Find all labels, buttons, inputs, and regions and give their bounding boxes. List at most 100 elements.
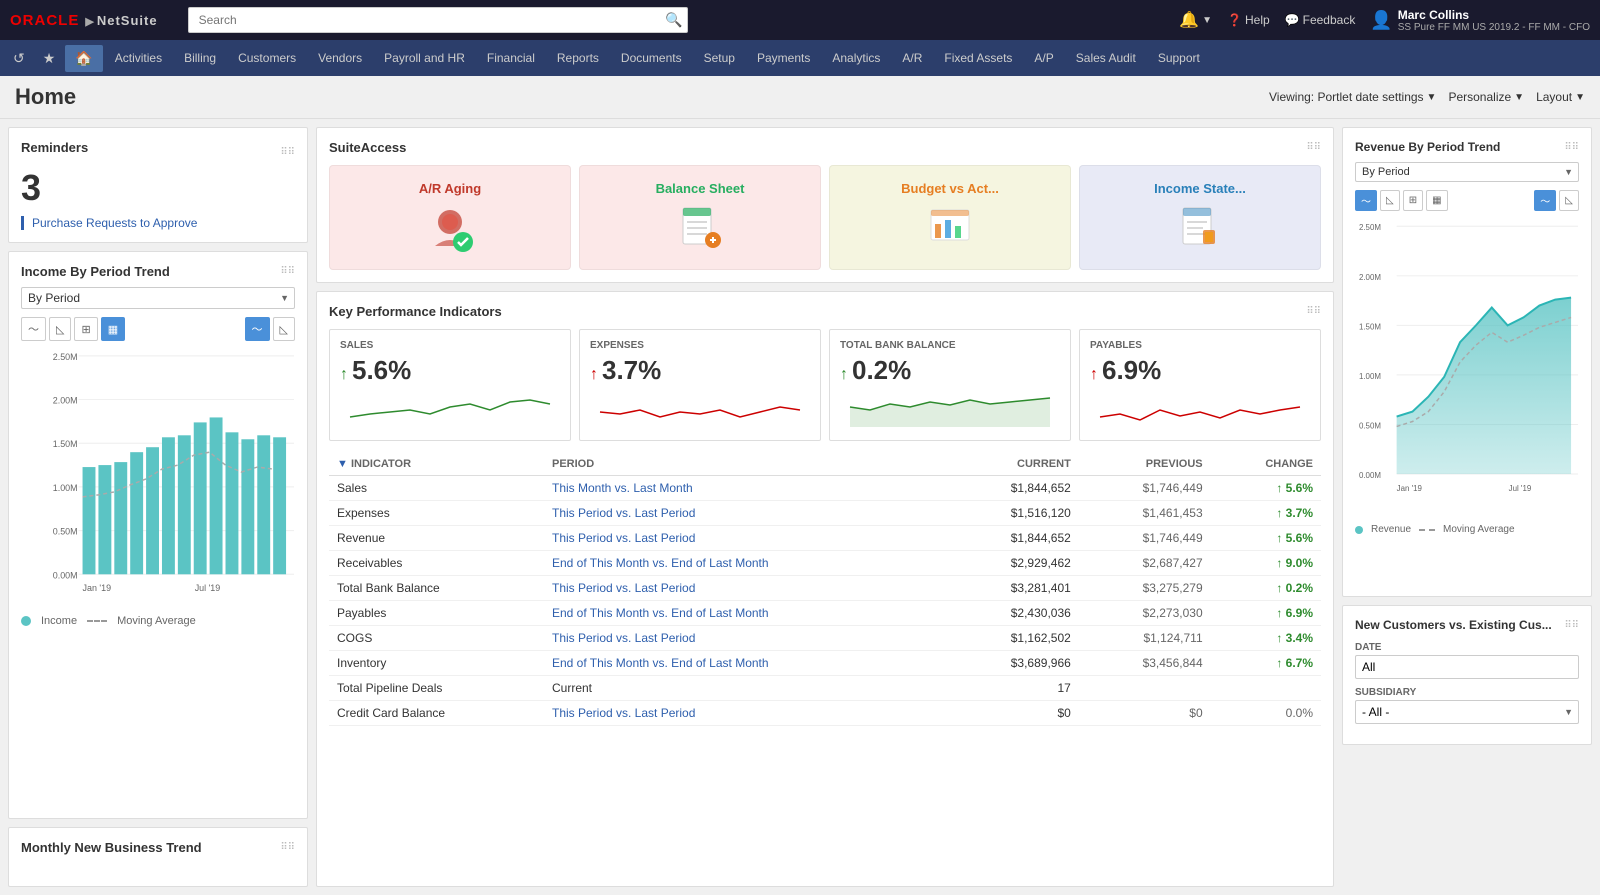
revenue-period-select[interactable]: By Period	[1355, 162, 1579, 182]
sidebar-item-ap[interactable]: A/P	[1024, 45, 1063, 71]
kpi-row-period[interactable]: This Period vs. Last Period	[544, 526, 947, 551]
income-chart-legend: Income Moving Average	[21, 615, 295, 627]
income-trend-card: Income By Period Trend ⠿⠿ By Period 〜 ◺ …	[8, 251, 308, 819]
sidebar-item-analytics[interactable]: Analytics	[822, 45, 890, 71]
chart-view-toggle-2[interactable]: ◺	[273, 317, 295, 341]
kpi-row-period[interactable]: This Period vs. Last Period	[544, 626, 947, 651]
feedback-button[interactable]: 💬 Feedback	[1285, 13, 1356, 27]
kpi-row-previous: $1,124,711	[1079, 626, 1211, 651]
reminder-link[interactable]: Purchase Requests to Approve	[21, 216, 197, 230]
search-button[interactable]: 🔍	[665, 12, 682, 29]
sidebar-item-activities[interactable]: Activities	[105, 45, 172, 71]
revenue-chart-type-line[interactable]: 〜	[1355, 190, 1377, 211]
kpi-row-period[interactable]: This Month vs. Last Month	[544, 476, 947, 501]
income-state-label: Income State...	[1154, 181, 1246, 196]
suite-access-card: SuiteAccess ⠿⠿ A/R Aging B	[316, 127, 1334, 283]
sidebar-item-support[interactable]: Support	[1148, 45, 1210, 71]
sidebar-item-vendors[interactable]: Vendors	[308, 45, 372, 71]
kpi-row-current: $3,689,966	[947, 651, 1079, 676]
sidebar-item-documents[interactable]: Documents	[611, 45, 692, 71]
revenue-chart-type-area[interactable]: ◺	[1380, 190, 1400, 211]
sidebar-item-ar[interactable]: A/R	[892, 45, 932, 71]
ar-aging-label: A/R Aging	[419, 181, 481, 196]
ar-aging-icon	[425, 204, 475, 254]
chart-view-toggle-1[interactable]: 〜	[245, 317, 270, 341]
revenue-view-toggle-1[interactable]: 〜	[1534, 190, 1556, 211]
sidebar-item-fixed-assets[interactable]: Fixed Assets	[934, 45, 1022, 71]
svg-text:Jan '19: Jan '19	[83, 583, 112, 593]
chart-type-line[interactable]: 〜	[21, 317, 46, 341]
reminder-count: 3	[21, 170, 295, 206]
kpi-row-previous	[1079, 676, 1211, 701]
layout-link[interactable]: Layout ▼	[1536, 90, 1585, 104]
user-name: Marc Collins	[1398, 8, 1590, 22]
kpi-table-expand-icon[interactable]: ▼	[337, 458, 348, 470]
monthly-new-business-card: Monthly New Business Trend ⠿⠿	[8, 827, 308, 887]
revenue-trend-title: Revenue By Period Trend	[1355, 140, 1500, 154]
suite-access-balance-sheet[interactable]: Balance Sheet	[579, 165, 821, 270]
oracle-text: ORACLE	[10, 12, 79, 29]
svg-text:1.50M: 1.50M	[1359, 322, 1381, 331]
kpi-row-period[interactable]: End of This Month vs. End of Last Month	[544, 601, 947, 626]
svg-text:0.00M: 0.00M	[1359, 471, 1381, 480]
kpi-row-previous: $1,461,453	[1079, 501, 1211, 526]
kpi-row-period[interactable]: End of This Month vs. End of Last Month	[544, 651, 947, 676]
sidebar-item-financial[interactable]: Financial	[477, 45, 545, 71]
sidebar-item-payments[interactable]: Payments	[747, 45, 820, 71]
date-form-row: DATE	[1355, 642, 1579, 679]
personalize-link[interactable]: Personalize ▼	[1448, 90, 1524, 104]
date-input[interactable]	[1355, 655, 1579, 679]
sidebar-item-billing[interactable]: Billing	[174, 45, 226, 71]
sidebar-item-customers[interactable]: Customers	[228, 45, 306, 71]
kpi-row-period[interactable]: This Period vs. Last Period	[544, 576, 947, 601]
kpi-row-change: ↑ 3.4%	[1211, 626, 1321, 651]
revenue-chart-type-bar[interactable]: ▦	[1426, 190, 1447, 211]
income-chart-type-controls: 〜 ◺ ⊞ ▦ 〜 ◺	[21, 317, 295, 341]
suite-access-budget-vs-act[interactable]: Budget vs Act...	[829, 165, 1071, 270]
revenue-view-toggle-2[interactable]: ◺	[1559, 190, 1579, 211]
personalize-dropdown-icon: ▼	[1514, 92, 1524, 103]
suite-access-income-state[interactable]: Income State...	[1079, 165, 1321, 270]
kpi-row-indicator: Total Pipeline Deals	[329, 676, 544, 701]
kpi-expenses-chart	[590, 392, 810, 427]
kpi-card-payables: PAYABLES ↑ 6.9%	[1079, 329, 1321, 441]
chart-type-area[interactable]: ◺	[49, 317, 71, 341]
sidebar-item-sales-audit[interactable]: Sales Audit	[1066, 45, 1146, 71]
table-row: Sales This Month vs. Last Month $1,844,6…	[329, 476, 1321, 501]
table-row: Revenue This Period vs. Last Period $1,8…	[329, 526, 1321, 551]
notification-button[interactable]: 🔔▼	[1179, 10, 1212, 30]
svg-text:1.00M: 1.00M	[1359, 372, 1381, 381]
kpi-expenses-arrow-up: ↑	[590, 366, 598, 384]
kpi-row-current: $1,162,502	[947, 626, 1079, 651]
help-button[interactable]: ❓ Help	[1227, 13, 1270, 27]
kpi-row-change: ↑ 5.6%	[1211, 476, 1321, 501]
nav-refresh-icon[interactable]: ↺	[5, 45, 33, 72]
kpi-row-period[interactable]: This Period vs. Last Period	[544, 501, 947, 526]
revenue-legend-label: Revenue	[1371, 524, 1411, 535]
suite-access-ar-aging[interactable]: A/R Aging	[329, 165, 571, 270]
kpi-row-indicator: Payables	[329, 601, 544, 626]
kpi-bank-value: 0.2%	[852, 355, 911, 386]
viewing-portlet-link[interactable]: Viewing: Portlet date settings ▼	[1269, 90, 1436, 104]
kpi-row-indicator: Revenue	[329, 526, 544, 551]
chart-type-table[interactable]: ⊞	[74, 317, 97, 341]
nav-star-icon[interactable]: ★	[35, 45, 64, 72]
kpi-row-period[interactable]: This Period vs. Last Period	[544, 701, 947, 726]
sidebar-item-setup[interactable]: Setup	[694, 45, 745, 71]
sidebar-item-reports[interactable]: Reports	[547, 45, 609, 71]
kpi-table: ▼ INDICATOR PERIOD CURRENT PREVIOUS CHAN…	[329, 453, 1321, 726]
budget-vs-act-label: Budget vs Act...	[901, 181, 999, 196]
svg-text:0.50M: 0.50M	[1359, 421, 1381, 430]
sidebar-item-payroll[interactable]: Payroll and HR	[374, 45, 475, 71]
chart-type-bar[interactable]: ▦	[101, 317, 125, 341]
nav-home-icon[interactable]: 🏠	[65, 45, 102, 72]
revenue-chart-type-table[interactable]: ⊞	[1403, 190, 1423, 211]
income-period-select[interactable]: By Period	[21, 287, 295, 309]
income-trend-title: Income By Period Trend	[21, 264, 170, 279]
subsidiary-select[interactable]: - All -	[1355, 700, 1579, 724]
user-button[interactable]: 👤 Marc Collins SS Pure FF MM US 2019.2 -…	[1370, 8, 1590, 33]
income-legend-dot	[21, 616, 31, 626]
kpi-card-total-bank: TOTAL BANK BALANCE ↑ 0.2%	[829, 329, 1071, 441]
search-input[interactable]	[188, 7, 688, 33]
kpi-row-period[interactable]: End of This Month vs. End of Last Month	[544, 551, 947, 576]
